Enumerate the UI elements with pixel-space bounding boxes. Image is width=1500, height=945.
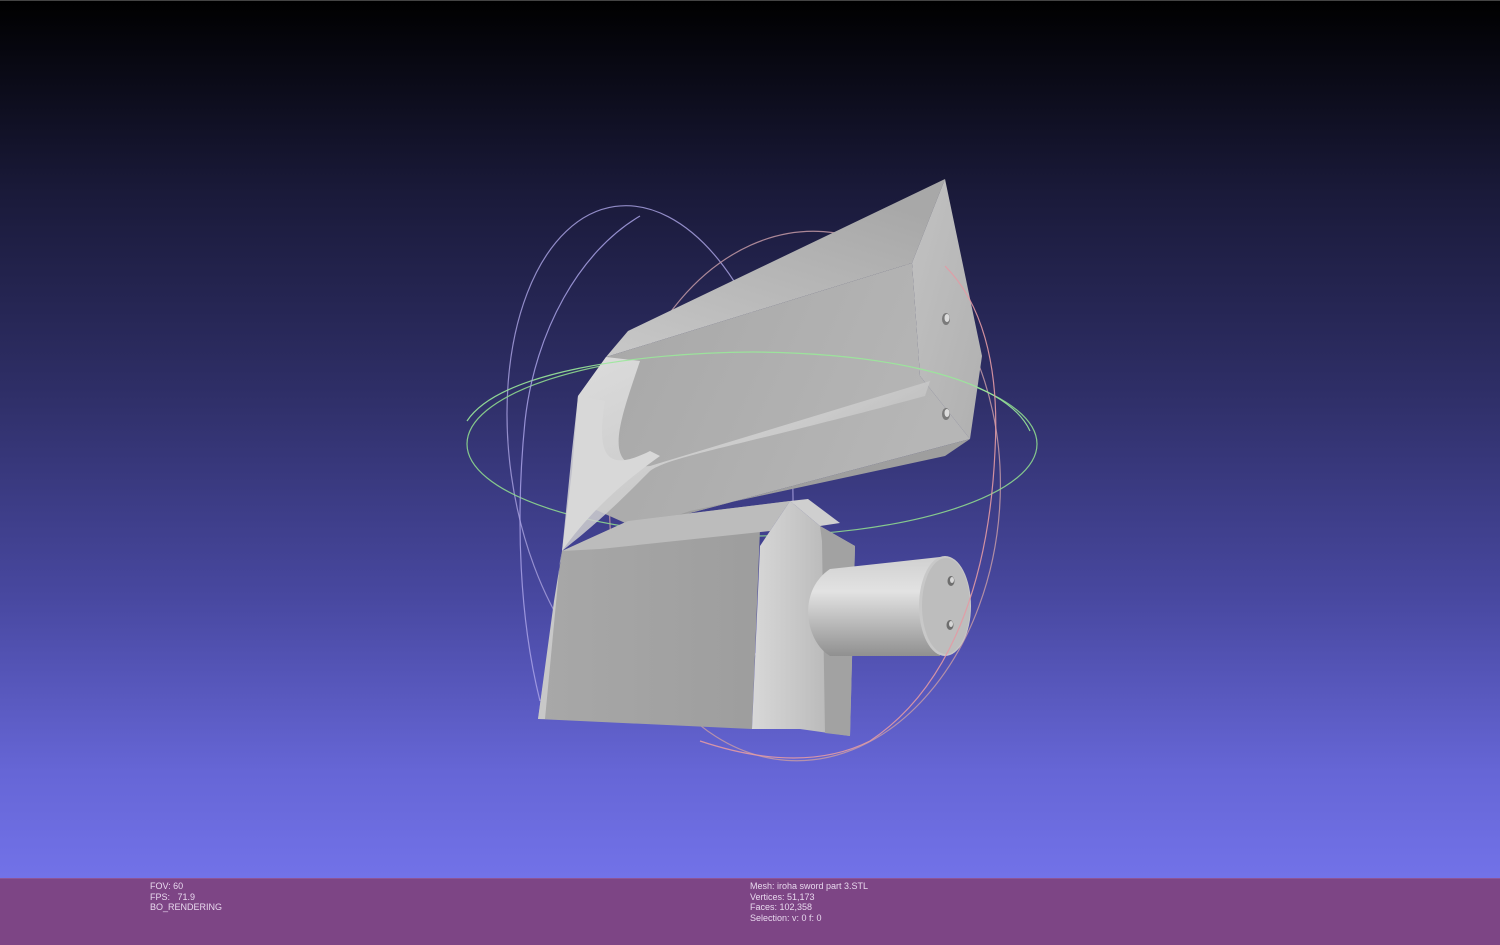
render-mode-label: BO_RENDERING — [150, 902, 223, 912]
mesh-name-label: Mesh: iroha sword part 3.STL — [750, 881, 869, 891]
render-info: FOV: 60 FPS: 71.9 BO_RENDERING — [150, 881, 222, 913]
mesh-upper-arm — [562, 179, 982, 551]
selection-label: Selection: v: 0 f: 0 — [750, 912, 822, 923]
fov-label: FOV: 60 — [150, 881, 184, 891]
faces-label: Faces: 102,358 — [750, 902, 813, 912]
fps-label: FPS: 71.9 — [150, 891, 196, 902]
vertices-label: Vertices: 51,173 — [750, 891, 815, 902]
mesh-cylinder-peg — [808, 556, 971, 656]
mesh-lower-block — [538, 499, 855, 736]
mesh-render[interactable] — [0, 1, 1500, 879]
mesh-info: Mesh: iroha sword part 3.STL Vertices: 5… — [750, 881, 868, 923]
3d-viewport[interactable] — [0, 0, 1500, 878]
status-bar: FOV: 60 FPS: 71.9 BO_RENDERING Mesh: iro… — [0, 878, 1500, 945]
